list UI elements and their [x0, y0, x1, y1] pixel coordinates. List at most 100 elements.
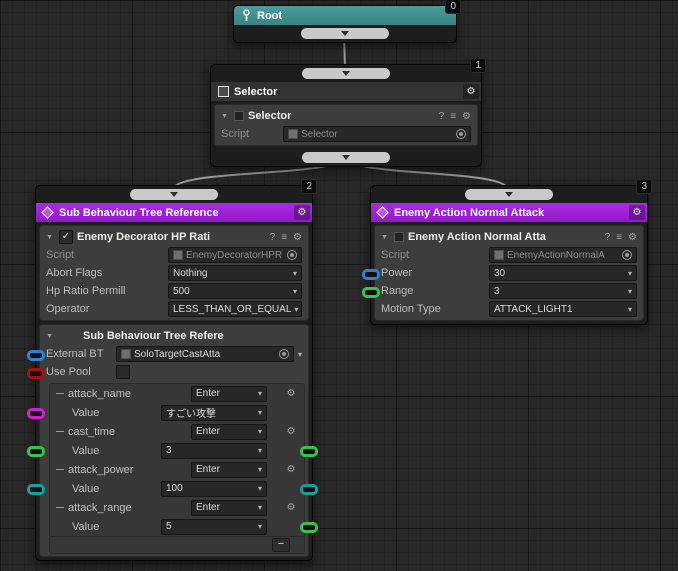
script-value: EnemyActionNormalA [507, 249, 605, 261]
gear-icon[interactable]: ⚙ [287, 426, 296, 437]
power-row: Power 30 ▾ [375, 264, 643, 282]
node-selector-index-badge: 1 [470, 58, 486, 73]
variable-mode-dropdown[interactable]: Enter ▾ [191, 461, 267, 478]
variable-name-row: attack_range Enter ▾ ⚙ [50, 498, 304, 517]
gear-icon[interactable]: ⚙ [287, 502, 296, 513]
variable-value-field[interactable]: 5 ▾ [161, 518, 267, 535]
operator-dropdown[interactable]: LESS_THAN_OR_EQUAL ▾ [168, 301, 302, 317]
node-root-titlebar[interactable]: Root [234, 6, 456, 25]
reference-header-row[interactable]: ▼ Sub Behaviour Tree Refere [40, 327, 308, 345]
node-sub-behaviour-tree[interactable]: 2 Sub Behaviour Tree Reference ⚙ ▼ ✓ Ene… [27, 179, 318, 561]
use-pool-input-port[interactable] [27, 368, 45, 379]
inspector-title: Selector [248, 110, 292, 122]
node-settings-button[interactable]: ⚙ [463, 84, 479, 99]
script-label: Script [381, 249, 410, 261]
variable-mode-dropdown[interactable]: Enter ▾ [191, 499, 267, 516]
presets-icon[interactable]: ≡ [616, 232, 622, 243]
presets-icon[interactable]: ≡ [281, 232, 287, 243]
node-selector-output-port[interactable] [302, 152, 390, 163]
variable-mode-dropdown[interactable]: Enter ▾ [191, 423, 267, 440]
foldout-icon[interactable]: ▼ [46, 234, 55, 241]
dropdown-arrow-icon[interactable]: ▾ [298, 350, 302, 359]
node-subtree-titlebar[interactable]: Sub Behaviour Tree Reference ⚙ [36, 203, 312, 222]
attack-range-value-output-port[interactable] [300, 522, 318, 533]
dropdown-arrow-icon: ▾ [292, 268, 297, 278]
cast-time-value-input-port[interactable] [27, 446, 45, 457]
variable-value-field[interactable]: すごい攻撃 ▾ [161, 404, 267, 421]
variables-footer: − [50, 536, 304, 553]
motion-type-dropdown[interactable]: ATTACK_LIGHT1 ▾ [489, 301, 637, 317]
attack-name-value-input-port[interactable] [27, 408, 45, 419]
object-picker-icon[interactable] [622, 250, 632, 260]
gear-icon[interactable]: ⚙ [293, 232, 302, 243]
help-icon[interactable]: ? [605, 232, 611, 243]
external-bt-label: External BT [46, 348, 104, 360]
node-selector-titlebar[interactable]: Selector ⚙ [211, 82, 481, 101]
variable-value-field[interactable]: 100 ▾ [161, 480, 267, 497]
variable-mode-value: Enter [196, 464, 220, 475]
dropdown-arrow-icon: ▾ [627, 268, 632, 278]
power-input-port[interactable] [362, 269, 380, 280]
node-subtree-title: Sub Behaviour Tree Reference [59, 206, 219, 219]
selector-inspector-header[interactable]: ▼ Selector ? ≡ ⚙ [215, 107, 477, 125]
variable-value: 100 [166, 483, 183, 494]
object-picker-icon[interactable] [287, 250, 297, 260]
help-icon[interactable]: ? [270, 232, 276, 243]
use-pool-checkbox[interactable] [116, 365, 130, 379]
enabled-checkbox[interactable]: ✓ [59, 230, 73, 244]
script-icon [494, 250, 504, 260]
attack-power-value-output-port[interactable] [300, 484, 318, 495]
node-settings-button[interactable]: ⚙ [629, 205, 645, 220]
cast-time-value-output-port[interactable] [300, 446, 318, 457]
script-row: Script EnemyActionNormalA [375, 246, 643, 264]
external-bt-field[interactable]: SoloTargetCastAtta [116, 346, 294, 362]
value-label: Value [72, 444, 100, 457]
variable-mode-dropdown[interactable]: Enter ▾ [191, 385, 267, 402]
node-attack-index-badge: 3 [636, 179, 652, 194]
use-pool-row: Use Pool [40, 363, 308, 381]
node-root[interactable]: 0 Root [233, 0, 461, 43]
node-attack-title: Enemy Action Normal Attack [394, 206, 545, 219]
script-row: Script Selector [215, 125, 477, 143]
value-label: Value [72, 482, 100, 495]
attack-power-value-input-port[interactable] [27, 484, 45, 495]
graph-canvas[interactable]: 0 Root 1 Selector ⚙ ▼ Selector ? ≡ ⚙ Scr… [0, 0, 678, 571]
node-settings-button[interactable]: ⚙ [294, 205, 310, 220]
external-bt-value: SoloTargetCastAtta [134, 348, 221, 360]
external-bt-input-port[interactable] [27, 350, 45, 361]
foldout-icon[interactable]: ▼ [221, 113, 230, 120]
node-enemy-action-normal-attack[interactable]: 3 Enemy Action Normal Attack ⚙ ▼ Enemy A… [362, 179, 652, 325]
value-label: Value [72, 406, 100, 419]
variable-value: すごい攻撃 [166, 409, 216, 420]
range-input-port[interactable] [362, 287, 380, 298]
object-picker-icon[interactable] [456, 129, 466, 139]
presets-icon[interactable]: ≡ [450, 111, 456, 122]
node-subtree-input-port[interactable] [130, 189, 218, 200]
dropdown-arrow-icon: ▾ [294, 304, 299, 314]
range-field[interactable]: 3 ▾ [489, 283, 637, 299]
power-field[interactable]: 30 ▾ [489, 265, 637, 281]
node-root-output-port[interactable] [301, 28, 389, 39]
node-attack-titlebar[interactable]: Enemy Action Normal Attack ⚙ [371, 203, 647, 222]
help-icon[interactable]: ? [439, 111, 445, 122]
gear-icon[interactable]: ⚙ [287, 388, 296, 399]
foldout-icon[interactable]: ▼ [46, 333, 55, 340]
gear-icon[interactable]: ⚙ [287, 464, 296, 475]
abort-flags-dropdown[interactable]: Nothing ▾ [168, 265, 302, 281]
attack-header-row[interactable]: ▼ Enemy Action Normal Atta ? ≡ ⚙ [375, 228, 643, 246]
gear-icon[interactable]: ⚙ [462, 111, 471, 122]
remove-variable-button[interactable]: − [272, 538, 290, 552]
script-field: EnemyActionNormalA [489, 247, 637, 263]
node-selector[interactable]: 1 Selector ⚙ ▼ Selector ? ≡ ⚙ Script Sel… [210, 58, 486, 167]
node-attack-input-port[interactable] [465, 189, 553, 200]
variable-value-field[interactable]: 3 ▾ [161, 442, 267, 459]
root-icon [241, 9, 252, 22]
foldout-icon[interactable]: ▼ [381, 234, 390, 241]
node-selector-input-port[interactable] [302, 68, 390, 79]
dash-icon [56, 393, 64, 394]
task-icon [234, 111, 244, 121]
hp-ratio-field[interactable]: 500 ▾ [168, 283, 302, 299]
gear-icon[interactable]: ⚙ [628, 232, 637, 243]
decorator-header-row[interactable]: ▼ ✓ Enemy Decorator HP Rati ? ≡ ⚙ [40, 228, 308, 246]
object-picker-icon[interactable] [278, 349, 289, 359]
